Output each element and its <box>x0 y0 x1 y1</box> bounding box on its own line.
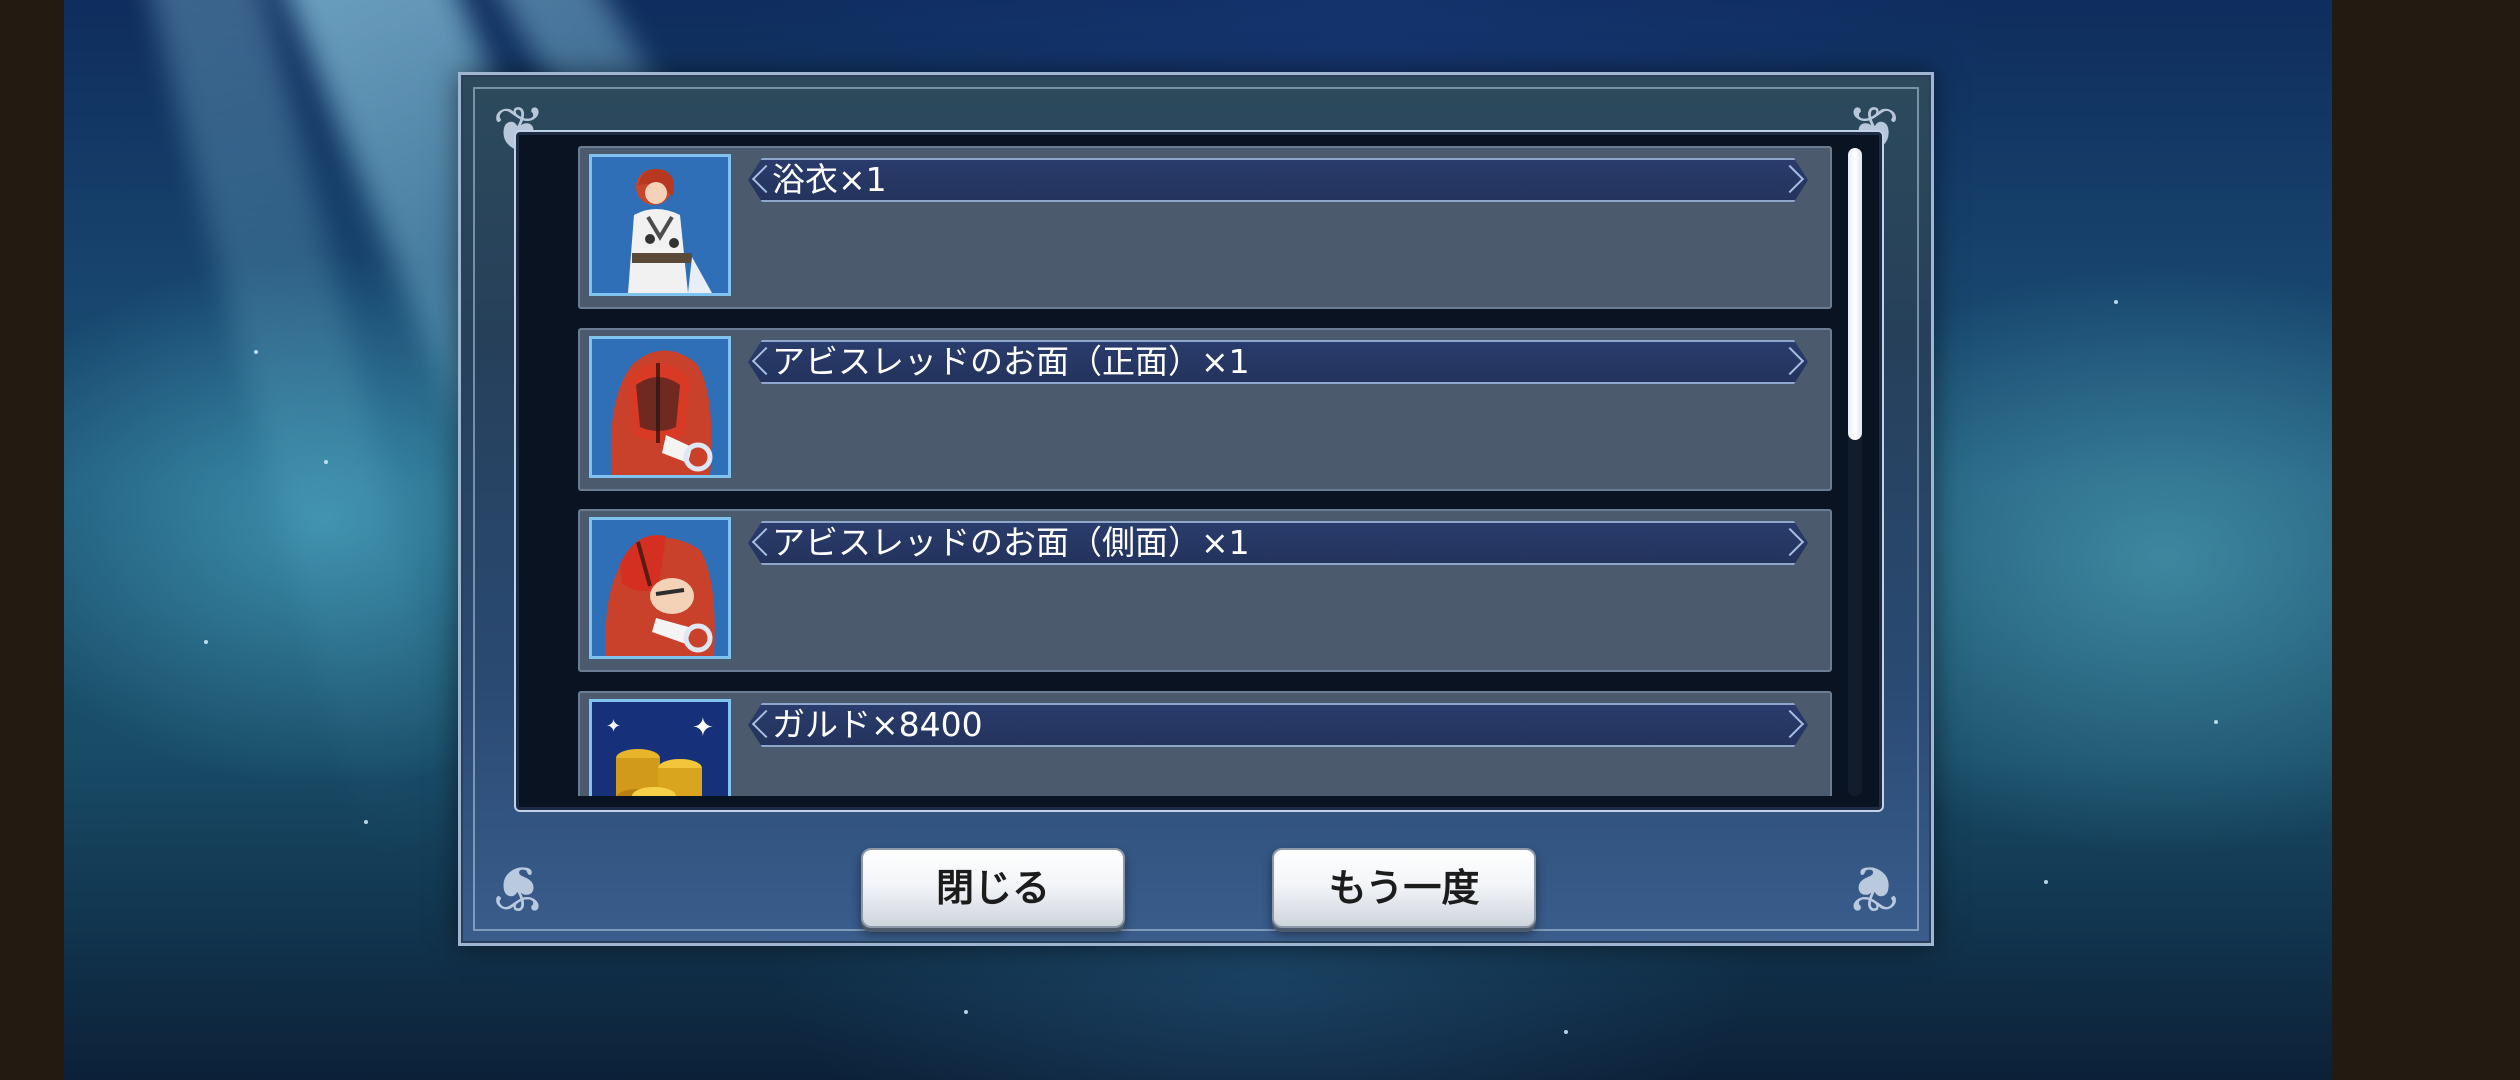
star-sparkle <box>964 1010 968 1014</box>
star-sparkle <box>2044 880 2048 884</box>
reward-item: アビスレッドのお面（側面）×1 <box>578 509 1832 672</box>
item-name: ガルド×8400 <box>772 705 983 744</box>
svg-text:✦: ✦ <box>692 713 714 743</box>
svg-text:✦: ✦ <box>606 716 621 737</box>
scrollbar-thumb[interactable] <box>1848 148 1862 440</box>
star-sparkle <box>324 460 328 464</box>
star-sparkle <box>1564 1030 1568 1034</box>
item-name-bar: ガルド×8400 <box>748 703 1808 747</box>
star-sparkle <box>254 350 258 354</box>
star-sparkle <box>204 640 208 644</box>
screen: ❦ ❦ ❦ ❦ <box>0 0 2520 1080</box>
scrollbar-track[interactable] <box>1848 148 1862 796</box>
item-name: アビスレッドのお面（正面）×1 <box>772 342 1250 381</box>
letterbox-left <box>0 0 64 1080</box>
abyss-red-mask-side-icon <box>589 517 731 659</box>
item-name: 浴衣×1 <box>772 160 887 199</box>
letterbox-right <box>2332 0 2520 1080</box>
close-button[interactable]: 閉じる <box>861 848 1125 928</box>
item-name-bar: アビスレッドのお面（側面）×1 <box>748 521 1808 565</box>
item-name-bar: 浴衣×1 <box>748 158 1808 202</box>
star-sparkle <box>364 820 368 824</box>
reward-item: アビスレッドのお面（正面）×1 <box>578 328 1832 491</box>
reward-item: ✦ ✦ ガルド×8400 <box>578 691 1832 796</box>
reward-list-frame: 浴衣×1 アビスレッドのお面（正面）×1 アビスレッドのお面（側面）×1 ✦ ✦… <box>514 130 1884 812</box>
draw-again-button[interactable]: もう一度 <box>1272 848 1536 928</box>
reward-item: 浴衣×1 <box>578 146 1832 309</box>
item-name-bar: アビスレッドのお面（正面）×1 <box>748 340 1808 384</box>
star-sparkle <box>2114 300 2118 304</box>
gald-coins-icon: ✦ ✦ <box>589 699 731 796</box>
abyss-red-mask-front-icon <box>589 336 731 478</box>
item-name: アビスレッドのお面（側面）×1 <box>772 523 1250 562</box>
reward-dialog: ❦ ❦ ❦ ❦ <box>458 72 1934 946</box>
corner-ornament-icon: ❦ <box>492 850 546 924</box>
star-sparkle <box>2214 720 2218 724</box>
corner-ornament-icon: ❦ <box>1846 850 1900 924</box>
yukata-character-icon <box>589 154 731 296</box>
reward-list[interactable]: 浴衣×1 アビスレッドのお面（正面）×1 アビスレッドのお面（側面）×1 ✦ ✦… <box>578 146 1836 796</box>
